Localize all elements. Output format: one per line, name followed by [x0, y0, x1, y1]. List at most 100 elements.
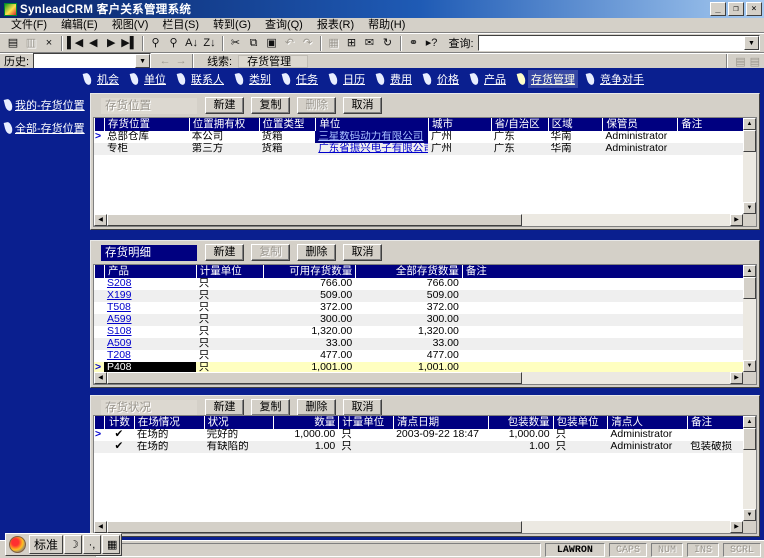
table-cell[interactable]: 在场的: [134, 429, 204, 441]
table-cell[interactable]: 1,001.00: [262, 362, 355, 372]
query-combobox[interactable]: ▼: [477, 35, 760, 51]
tab-任务[interactable]: 任务: [281, 70, 321, 88]
sidebar-item-1[interactable]: 全部-存货位置: [3, 120, 88, 136]
column-header[interactable]: 存货位置: [103, 118, 189, 131]
column-header[interactable]: 计数: [103, 416, 134, 429]
prev-record-icon[interactable]: ◀: [84, 35, 102, 52]
next-record-icon[interactable]: ▶: [102, 35, 120, 52]
table-cell[interactable]: 只: [196, 338, 263, 350]
horizontal-scrollbar[interactable]: ◀ ▶: [94, 372, 743, 384]
menu-item-2[interactable]: 视图(V): [105, 18, 156, 32]
delete-record-icon[interactable]: ×: [40, 35, 58, 52]
column-header[interactable]: 位置拥有权: [188, 118, 259, 131]
scrollbar-thumb[interactable]: [743, 428, 756, 450]
table-cell[interactable]: ✔: [104, 429, 134, 441]
table-cell[interactable]: 只: [196, 302, 263, 314]
column-header[interactable]: 备注: [687, 416, 743, 429]
table-cell[interactable]: 完好的: [204, 429, 274, 441]
table-cell[interactable]: 货箱: [258, 131, 315, 143]
button-取消[interactable]: 取消: [343, 399, 382, 416]
refresh-icon[interactable]: ↻: [379, 35, 397, 52]
table-cell[interactable]: X199: [104, 290, 196, 302]
button-删除[interactable]: 删除: [297, 399, 336, 416]
table-cell[interactable]: Administrator: [602, 143, 677, 155]
scroll-down-icon[interactable]: ▼: [743, 202, 756, 214]
table-cell[interactable]: T208: [104, 350, 196, 362]
button-复制[interactable]: 复制: [251, 399, 290, 416]
menu-item-5[interactable]: 查询(Q): [258, 18, 310, 32]
scroll-up-icon[interactable]: ▲: [743, 265, 756, 277]
tab-机会[interactable]: 机会: [82, 70, 122, 88]
table-cell[interactable]: 广州: [428, 143, 491, 155]
table-cell[interactable]: 包装破损: [687, 441, 743, 453]
table-cell[interactable]: 华南: [548, 131, 603, 143]
button-新建[interactable]: 新建: [205, 97, 244, 114]
table-cell[interactable]: 只: [338, 429, 393, 441]
context-help-icon[interactable]: ▸?: [423, 35, 441, 52]
table-cell[interactable]: 华南: [548, 143, 603, 155]
vertical-scrollbar[interactable]: ▲ ▼: [743, 416, 756, 521]
table-row[interactable]: > ✔ 在场的 完好的 1,000.00 只 2003-09-22 18:47 1,000.0…: [94, 429, 743, 441]
table-cell[interactable]: [462, 302, 743, 314]
table-cell[interactable]: 1,320.00: [262, 326, 355, 338]
table-cell[interactable]: 总部仓库: [104, 131, 189, 143]
ime-logo-icon[interactable]: [9, 536, 26, 553]
first-record-icon[interactable]: ▌◀: [66, 35, 84, 52]
close-button[interactable]: ×: [746, 2, 762, 16]
table-cell[interactable]: [462, 350, 743, 362]
table-cell[interactable]: 766.00: [355, 278, 462, 290]
search-icon[interactable]: ⚲: [147, 35, 165, 52]
column-header[interactable]: 城市: [427, 118, 491, 131]
button-复制[interactable]: 复制: [251, 97, 290, 114]
history-value[interactable]: [34, 54, 135, 68]
ime-mode-button[interactable]: 标准: [29, 535, 64, 554]
scroll-down-icon[interactable]: ▼: [743, 509, 756, 521]
table-cell[interactable]: Administrator: [607, 429, 687, 441]
table-cell[interactable]: 只: [196, 362, 263, 372]
table-cell[interactable]: 只: [196, 314, 263, 326]
scroll-up-icon[interactable]: ▲: [743, 416, 756, 428]
menu-item-0[interactable]: 文件(F): [4, 18, 54, 32]
table-cell[interactable]: 专柜: [104, 143, 189, 155]
table-cell[interactable]: 只: [196, 278, 263, 290]
sort-desc-icon[interactable]: Z↓: [201, 35, 219, 52]
half-moon-icon[interactable]: ☽: [64, 535, 83, 554]
column-header[interactable]: 备注: [677, 118, 743, 131]
table-cell[interactable]: [462, 278, 743, 290]
table-cell[interactable]: 1,000.00: [488, 429, 553, 441]
table-cell[interactable]: 33.00: [262, 338, 355, 350]
table-cell[interactable]: 300.00: [355, 314, 462, 326]
tab-存货管理[interactable]: 存货管理: [516, 70, 578, 88]
tab-费用[interactable]: 费用: [375, 70, 415, 88]
table-cell[interactable]: 1,000.00: [273, 429, 338, 441]
search-advanced-icon[interactable]: ⚲: [165, 35, 183, 52]
table-cell[interactable]: [462, 362, 743, 372]
table-row[interactable]: T508 只 372.00 372.00: [94, 302, 743, 314]
table-cell[interactable]: A599: [104, 314, 196, 326]
scroll-up-icon[interactable]: ▲: [743, 118, 756, 130]
scroll-right-icon[interactable]: ▶: [730, 521, 743, 533]
table-cell[interactable]: 766.00: [262, 278, 355, 290]
scroll-left-icon[interactable]: ◀: [94, 372, 107, 384]
table-row[interactable]: S208 只 766.00 766.00: [94, 278, 743, 290]
horizontal-scrollbar[interactable]: ◀ ▶: [94, 521, 743, 533]
tab-价格[interactable]: 价格: [422, 70, 462, 88]
menu-item-3[interactable]: 栏目(S): [155, 18, 206, 32]
menu-item-1[interactable]: 编辑(E): [54, 18, 105, 32]
table-cell[interactable]: [462, 314, 743, 326]
tab-单位[interactable]: 单位: [129, 70, 169, 88]
org-record-icon[interactable]: ▤: [750, 55, 760, 68]
button-删除[interactable]: 删除: [297, 244, 336, 261]
scroll-right-icon[interactable]: ▶: [730, 214, 743, 226]
table-row[interactable]: A599 只 300.00 300.00: [94, 314, 743, 326]
scrollbar-thumb[interactable]: [743, 130, 756, 152]
table-cell[interactable]: Administrator: [602, 131, 677, 143]
table-cell[interactable]: 2003-09-22 18:47: [393, 429, 488, 441]
scrollbar-thumb[interactable]: [743, 277, 756, 299]
table-row[interactable]: ✔ 在场的 有缺陷的 1.00 只 1.00 只 Administrator 包装破损: [94, 441, 743, 453]
tab-类别[interactable]: 类别: [234, 70, 274, 88]
scroll-left-icon[interactable]: ◀: [94, 521, 107, 533]
table-cell[interactable]: 509.00: [355, 290, 462, 302]
column-header[interactable]: 产品: [103, 265, 196, 278]
table-cell[interactable]: 第三方: [189, 143, 259, 155]
